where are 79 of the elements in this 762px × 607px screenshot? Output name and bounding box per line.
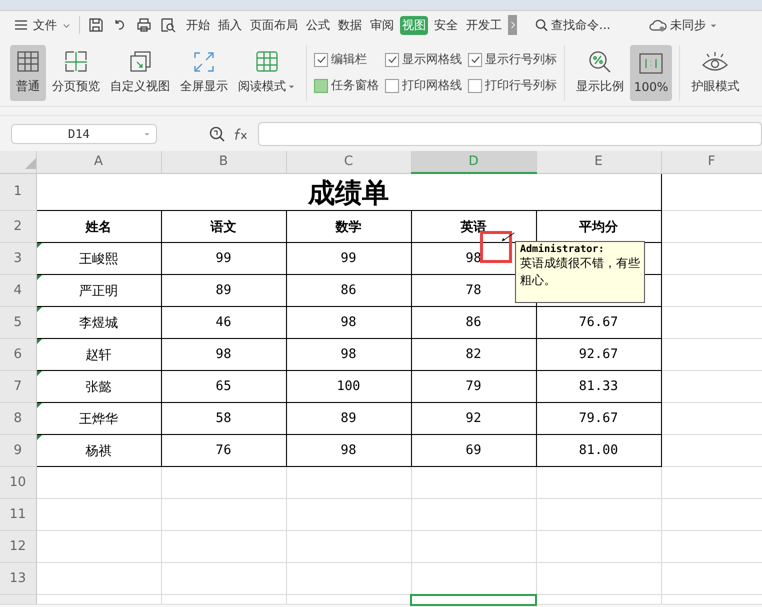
table-cell: 严正明 <box>36 274 161 306</box>
view-button[interactable]: 自定义视图 <box>106 44 174 100</box>
sheet-title: 成绩单 <box>308 178 389 210</box>
table-cell: 李煜城 <box>36 306 161 338</box>
menu-tab[interactable]: 安全 <box>432 16 460 34</box>
table-cell: 98 <box>286 434 411 466</box>
view-checkbox[interactable]: 打印行号列标 <box>468 77 557 94</box>
menu-tab[interactable]: 开发工 <box>464 16 504 34</box>
view-checkbox[interactable]: 编辑栏 <box>314 51 379 68</box>
menu-tab[interactable]: 插入 <box>216 16 244 34</box>
table-cell: 98 <box>286 306 411 338</box>
row-header[interactable]: 8 <box>0 402 36 434</box>
table-cell: 76.67 <box>536 306 661 338</box>
header-cell: 数学 <box>286 210 411 242</box>
sync-button[interactable]: 未同步 <box>649 16 718 34</box>
zoom-button[interactable]: 护眼模式 <box>687 44 744 100</box>
view-button[interactable]: 普通 <box>10 44 46 100</box>
header-cell: 姓名 <box>36 210 161 242</box>
column-header[interactable]: B <box>161 151 286 173</box>
row-header[interactable]: 5 <box>0 306 36 338</box>
view-checkbox[interactable]: 显示网格线 <box>385 51 462 68</box>
table-cell: 99 <box>161 242 286 274</box>
view-checkbox[interactable]: 任务窗格 <box>314 77 379 94</box>
table-cell: 92 <box>411 402 536 434</box>
table-cell: 86 <box>286 274 411 306</box>
table-cell: 张懿 <box>36 370 161 402</box>
column-header[interactable]: A <box>36 151 161 173</box>
table-cell: 79.67 <box>536 402 661 434</box>
view-button[interactable]: 全屏显示 <box>176 44 232 100</box>
table-cell: 58 <box>161 402 286 434</box>
row-header[interactable]: 4 <box>0 274 36 306</box>
menu-tab[interactable]: 审阅 <box>368 16 396 34</box>
menu-tab[interactable]: 数据 <box>336 16 364 34</box>
table-cell: 79 <box>411 370 536 402</box>
row-header[interactable]: 3 <box>0 242 36 274</box>
menu-tab[interactable]: 开始 <box>184 16 212 34</box>
column-header[interactable]: F <box>661 151 762 173</box>
zoom-button[interactable]: 显示比例 <box>572 44 628 100</box>
table-cell: 杨祺 <box>36 434 161 466</box>
table-cell: 99 <box>286 242 411 274</box>
row-header[interactable]: 12 <box>0 530 36 562</box>
table-cell: 81.00 <box>536 434 661 466</box>
row-header[interactable]: 9 <box>0 434 36 466</box>
search-field[interactable]: 查找命令... <box>535 18 635 32</box>
row-header[interactable]: 11 <box>0 498 36 530</box>
table-cell: 81.33 <box>536 370 661 402</box>
menu-tab[interactable]: 页面布局 <box>248 16 300 34</box>
table-cell: 100 <box>286 370 411 402</box>
table-cell: 86 <box>411 306 536 338</box>
name-box[interactable]: D14 <box>11 124 157 144</box>
row-header[interactable]: 13 <box>0 562 36 594</box>
menu-tab[interactable]: 公式 <box>304 16 332 34</box>
table-cell: 82 <box>411 338 536 370</box>
column-header[interactable]: E <box>536 151 661 173</box>
row-header[interactable]: 7 <box>0 370 36 402</box>
table-cell: 王峻熙 <box>36 242 161 274</box>
row-header[interactable]: 6 <box>0 338 36 370</box>
table-cell: 76 <box>161 434 286 466</box>
table-cell: 98 <box>161 338 286 370</box>
table-cell: 89 <box>286 402 411 434</box>
header-cell: 语文 <box>161 210 286 242</box>
table-cell: 98 <box>286 338 411 370</box>
zoom-button[interactable]: 100% <box>630 44 672 100</box>
table-cell: 92.67 <box>536 338 661 370</box>
column-header[interactable]: C <box>286 151 411 173</box>
table-cell: 46 <box>161 306 286 338</box>
view-checkbox[interactable]: 打印网格线 <box>385 77 462 94</box>
row-header[interactable]: 2 <box>0 210 36 242</box>
view-button[interactable]: 阅读模式 <box>234 44 299 100</box>
table-cell: 王烨华 <box>36 402 161 434</box>
view-checkbox[interactable]: 显示行号列标 <box>468 51 557 68</box>
file-menu[interactable]: 文件 <box>14 16 71 34</box>
table-cell: 65 <box>161 370 286 402</box>
row-header[interactable]: 1 <box>0 173 36 210</box>
table-cell: 69 <box>411 434 536 466</box>
view-button[interactable]: 分页预览 <box>48 44 104 100</box>
table-cell: 89 <box>161 274 286 306</box>
row-header[interactable]: 10 <box>0 466 36 498</box>
table-cell: 赵轩 <box>36 338 161 370</box>
